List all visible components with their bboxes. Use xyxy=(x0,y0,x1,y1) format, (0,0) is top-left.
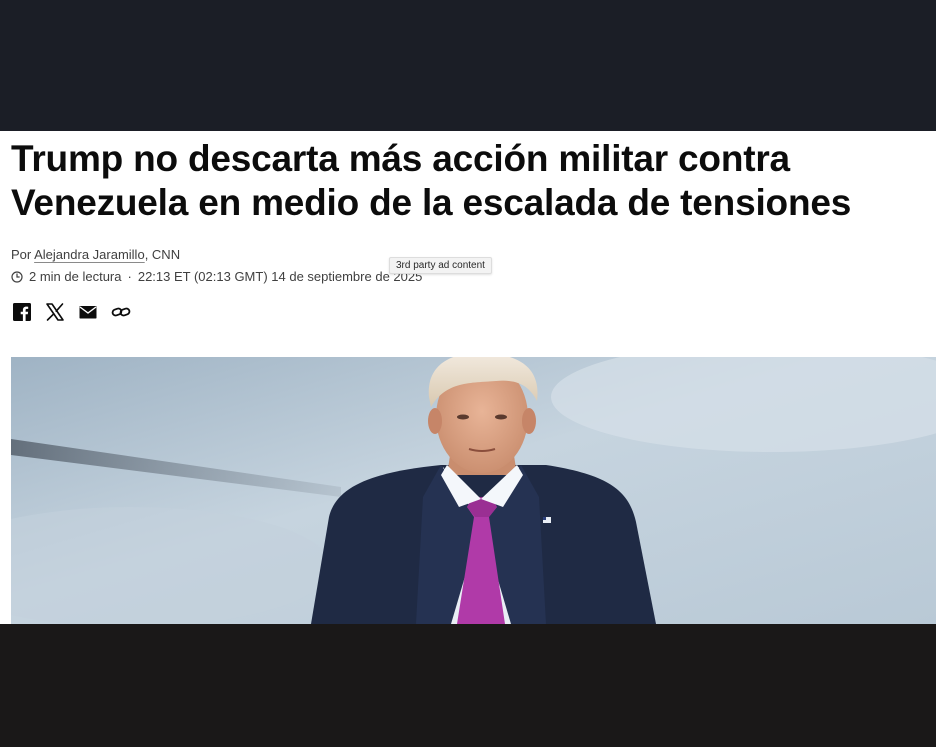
facebook-icon xyxy=(12,302,32,322)
copy-link-button[interactable] xyxy=(110,301,132,323)
share-facebook-button[interactable] xyxy=(11,301,33,323)
read-time: 2 min de lectura xyxy=(29,269,122,284)
top-letterbox xyxy=(0,0,936,131)
bottom-letterbox xyxy=(0,624,936,747)
byline-source: , CNN xyxy=(144,247,181,262)
byline: Por Alejandra Jaramillo, CNN xyxy=(11,247,180,262)
email-icon xyxy=(78,302,98,322)
article-meta: 2 min de lectura · 22:13 ET (02:13 GMT) … xyxy=(11,269,422,284)
hero-photo xyxy=(11,357,936,624)
publish-timestamp: 22:13 ET (02:13 GMT) 14 de septiembre de… xyxy=(137,269,423,284)
author-link[interactable]: Alejandra Jaramillo xyxy=(34,247,145,262)
share-bar xyxy=(11,301,143,323)
article-headline: Trump no descarta más acción militar con… xyxy=(11,138,852,223)
share-x-button[interactable] xyxy=(44,301,66,323)
link-icon xyxy=(111,302,131,322)
x-icon xyxy=(45,302,65,322)
clock-icon xyxy=(11,270,23,283)
byline-prefix: Por xyxy=(11,247,35,262)
ad-tooltip: 3rd party ad content xyxy=(389,257,492,274)
share-email-button[interactable] xyxy=(77,301,99,323)
meta-separator: · xyxy=(127,269,132,284)
article-container: Trump no descarta más acción militar con… xyxy=(0,131,936,624)
hero-image[interactable] xyxy=(11,357,936,624)
